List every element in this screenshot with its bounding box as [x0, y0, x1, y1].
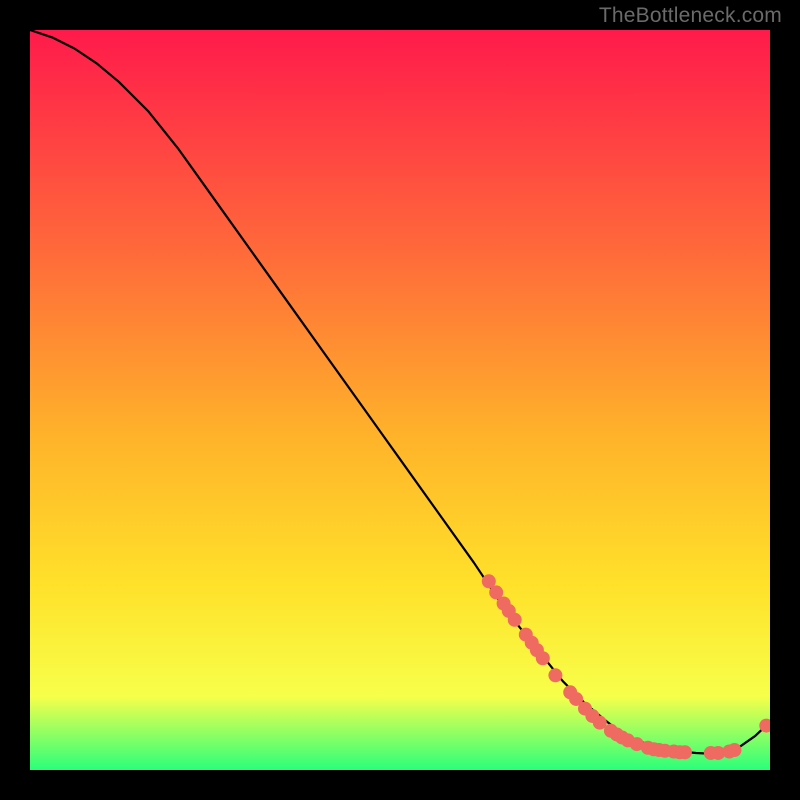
data-marker: [508, 613, 522, 627]
data-marker: [678, 745, 692, 759]
data-marker: [727, 743, 741, 757]
watermark-label: TheBottleneck.com: [599, 4, 782, 28]
data-marker: [536, 651, 550, 665]
gradient-background: [30, 30, 770, 770]
data-marker: [548, 668, 562, 682]
chart-svg: [30, 30, 770, 770]
chart-stage: TheBottleneck.com: [0, 0, 800, 800]
plot-area: [30, 30, 770, 770]
